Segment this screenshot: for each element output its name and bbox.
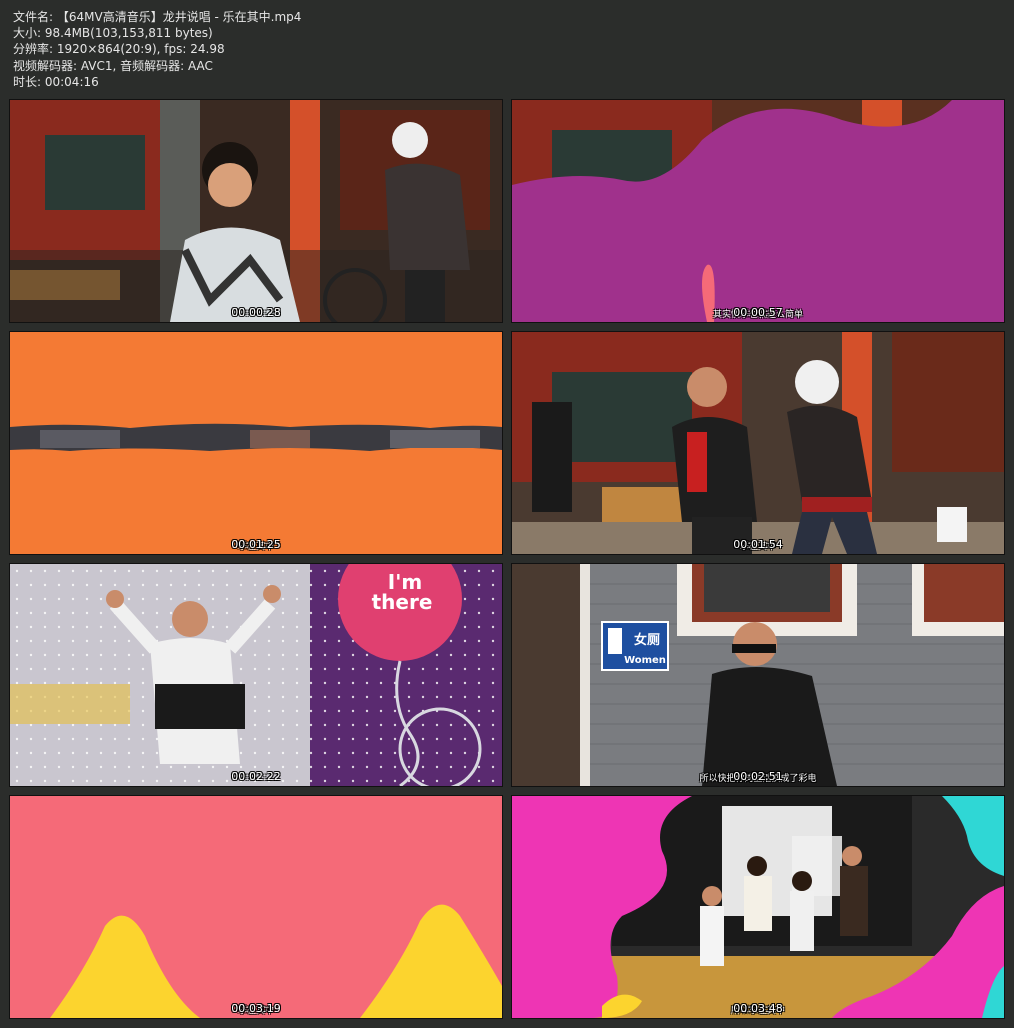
timestamp: 00:02:22 xyxy=(231,770,281,783)
balloon-text-2: there xyxy=(372,590,433,614)
thumbnail-6[interactable]: 女厕 Women 所以快把你的生活换成了彩电 00:02:51 xyxy=(511,563,1005,787)
thumbnail-7[interactable]: 乐在其中 00:03:19 xyxy=(9,795,503,1019)
thumbnail-8[interactable]: 所以乐在其中 00:03:48 xyxy=(511,795,1005,1019)
codec-info: 视频解码器: AVC1, 音频解码器: AAC xyxy=(13,58,213,73)
thumbnail-1[interactable]: 00:00:28 xyxy=(9,99,503,323)
video-duration: 时长: 00:04:16 xyxy=(13,74,99,89)
timestamp: 00:00:57 xyxy=(733,306,783,319)
timestamp: 00:01:25 xyxy=(231,538,281,551)
timestamp: 00:01:54 xyxy=(733,538,783,551)
restroom-sign-cn: 女厕 xyxy=(634,632,660,648)
thumbnail-3[interactable]: 乐在其中 00:01:25 xyxy=(9,331,503,555)
file-info: 文件名: 【64MV高清音乐】龙井说唱 - 乐在其中.mp4 大小: 98.4M… xyxy=(13,9,301,90)
restroom-sign-en: Women xyxy=(624,655,666,666)
video-resolution: 分辨率: 1920×864(20:9), fps: 24.98 xyxy=(13,42,225,57)
thumbnail-2[interactable]: 其实快乐也就这么简单 00:00:57 xyxy=(511,99,1005,323)
file-size: 大小: 98.4MB(103,153,811 bytes) xyxy=(13,26,213,41)
thumbnail-5[interactable]: I'm there 00:02:22 xyxy=(9,563,503,787)
timestamp: 00:00:28 xyxy=(231,306,281,319)
timestamp: 00:03:48 xyxy=(733,1002,783,1015)
thumbnail-4[interactable]: 乐在其中 00:01:54 xyxy=(511,331,1005,555)
timestamp: 00:02:51 xyxy=(733,770,783,783)
timestamp: 00:03:19 xyxy=(231,1002,281,1015)
file-name: 文件名: 【64MV高清音乐】龙井说唱 - 乐在其中.mp4 xyxy=(13,10,302,24)
